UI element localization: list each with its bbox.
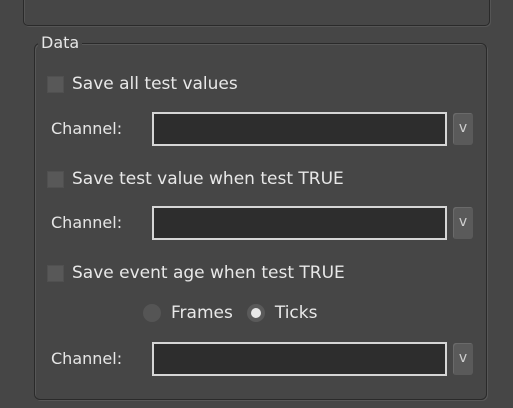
save-test-value-when-true-checkbox[interactable]: [47, 170, 64, 188]
frames-radio-option[interactable]: Frames: [143, 302, 233, 324]
frames-radio-label: Frames: [171, 303, 233, 323]
ticks-radio-option[interactable]: Ticks: [246, 302, 318, 324]
save-test-value-when-true-label: Save test value when test TRUE: [72, 169, 344, 189]
previous-group-box: [23, 0, 490, 26]
save-all-test-values-label: Save all test values: [72, 74, 238, 94]
save-all-test-values-checkbox[interactable]: [47, 75, 64, 93]
event-age-units-radio-group: Frames Ticks: [143, 301, 331, 325]
channel-input-3[interactable]: [152, 342, 447, 376]
frames-radio-button[interactable]: [143, 304, 161, 322]
channel-input-2[interactable]: [152, 206, 447, 240]
channel-label-1: Channel:: [51, 119, 123, 138]
save-event-age-when-true-checkbox-row[interactable]: Save event age when test TRUE: [47, 262, 345, 284]
channel-label-3: Channel:: [51, 349, 123, 368]
channel-input-1[interactable]: [152, 112, 447, 146]
save-all-test-values-checkbox-row[interactable]: Save all test values: [47, 73, 238, 95]
ticks-radio-button[interactable]: [246, 304, 265, 322]
channel-label-2: Channel:: [51, 213, 123, 232]
channel-dropdown-button-3[interactable]: v: [453, 343, 473, 375]
save-event-age-when-true-checkbox[interactable]: [47, 264, 64, 282]
channel-dropdown-button-1[interactable]: v: [453, 113, 473, 145]
channel-dropdown-button-2[interactable]: v: [453, 207, 473, 239]
data-group-title: Data: [38, 33, 83, 53]
save-event-age-when-true-label: Save event age when test TRUE: [72, 263, 345, 283]
save-test-value-when-true-checkbox-row[interactable]: Save test value when test TRUE: [47, 168, 344, 190]
ticks-radio-label: Ticks: [274, 303, 318, 323]
